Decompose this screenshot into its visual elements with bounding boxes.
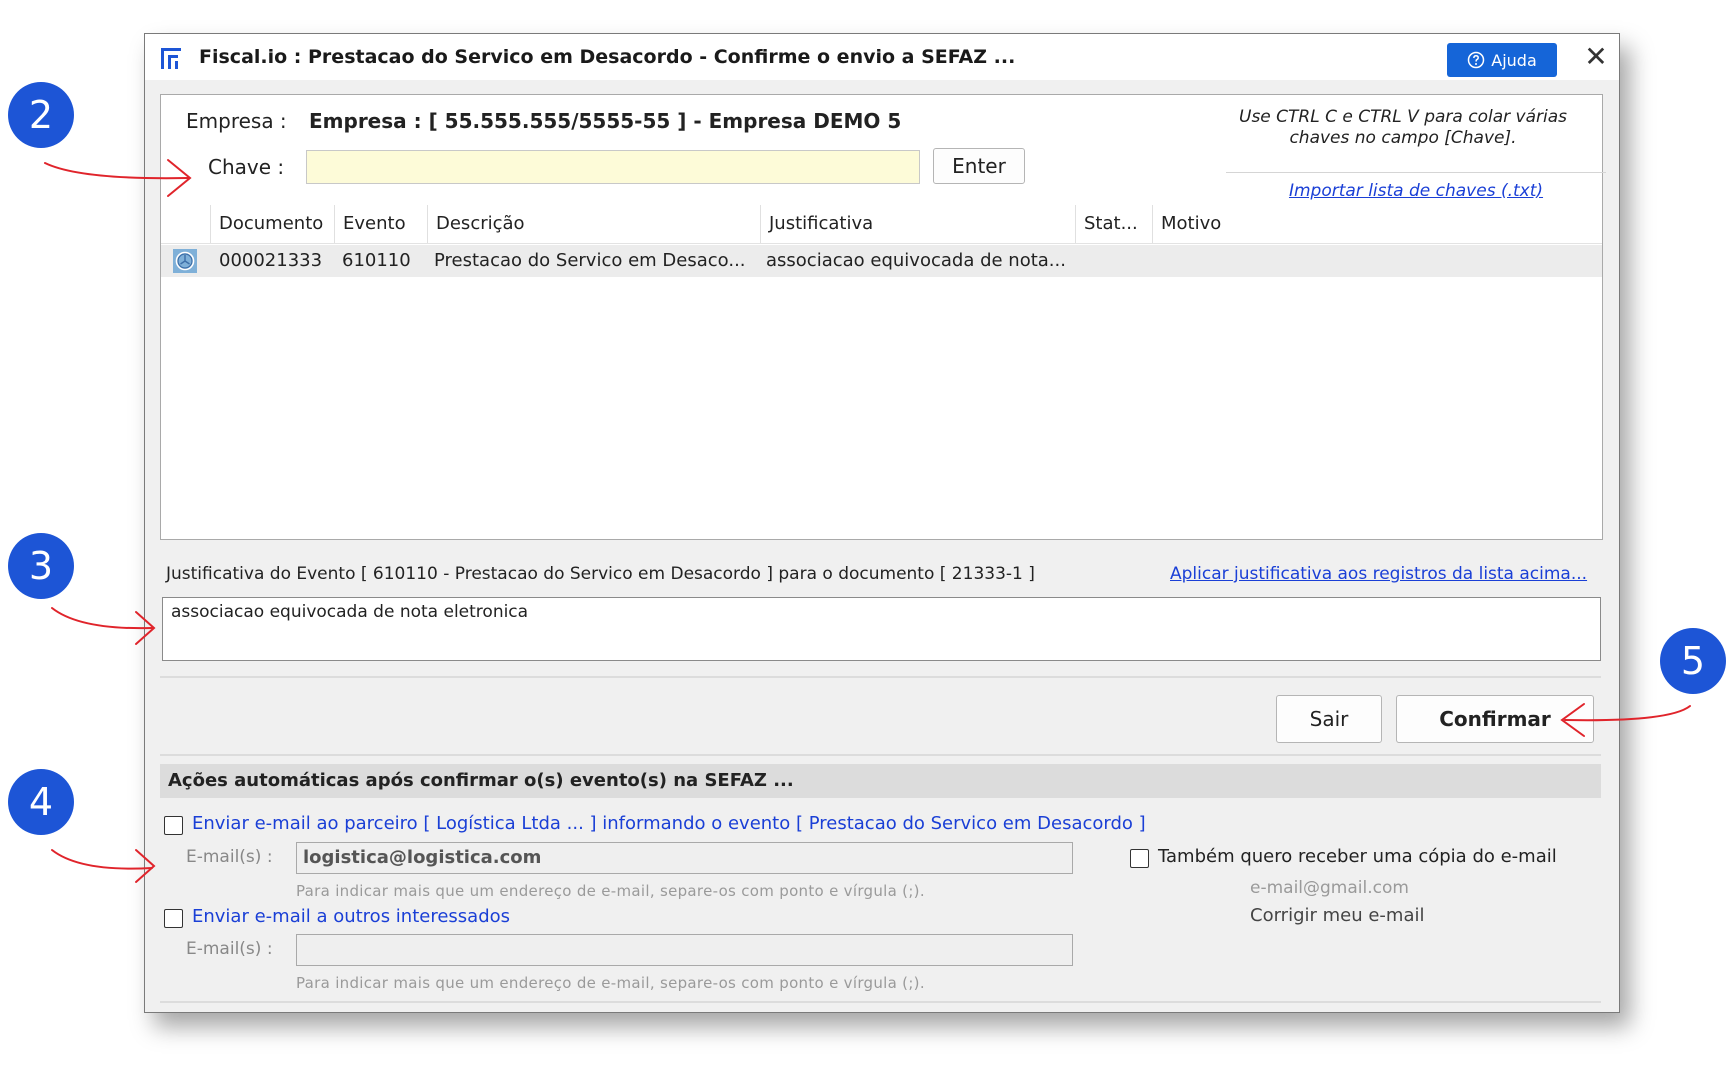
- key-entry-panel: Empresa : Empresa : [ 55.555.555/5555-55…: [160, 94, 1606, 206]
- partner-email-label[interactable]: Enviar e-mail ao parceiro [ Logística Lt…: [192, 813, 1146, 834]
- cell-evento: 610110: [342, 250, 411, 271]
- copy-email-checkbox[interactable]: [1130, 849, 1149, 868]
- empresa-value: Empresa : [ 55.555.555/5555-55 ] - Empre…: [309, 109, 902, 133]
- help-label: Ajuda: [1491, 50, 1537, 70]
- dialog-window: Fiscal.io : Prestacao do Servico em Desa…: [144, 33, 1620, 1013]
- enter-button[interactable]: Enter: [933, 148, 1025, 184]
- divider: [160, 1001, 1601, 1003]
- chave-label: Chave :: [208, 155, 285, 179]
- col-evento[interactable]: Evento: [334, 205, 427, 243]
- hint-divider: [1226, 172, 1606, 173]
- table-row[interactable]: 000021333 610110 Prestacao do Servico em…: [161, 245, 1602, 277]
- justificativa-textarea[interactable]: associacao equivocada de nota eletronica: [162, 597, 1601, 661]
- fiscal-logo-icon: [161, 48, 181, 69]
- partner-email-hint: Para indicar mais que um endereço de e-m…: [296, 882, 925, 900]
- partner-emails-label: E-mail(s) :: [186, 847, 273, 867]
- events-grid: Documento Evento Descrição Justificativa…: [160, 205, 1603, 540]
- chave-input[interactable]: [306, 150, 920, 184]
- callout-3: 3: [8, 533, 74, 599]
- col-descricao[interactable]: Descrição: [427, 205, 760, 243]
- help-icon: [1468, 51, 1485, 69]
- others-emails-label: E-mail(s) :: [186, 939, 273, 959]
- copy-email-label[interactable]: Também quero receber uma cópia do e-mail: [1158, 846, 1557, 867]
- cell-status: [1081, 245, 1151, 277]
- paste-hint: Use CTRL C e CTRL V para colar várias ch…: [1239, 107, 1567, 148]
- cell-descricao: Prestacao do Servico em Desaco...: [434, 250, 746, 271]
- others-email-checkbox[interactable]: [164, 909, 183, 928]
- partner-email-checkbox[interactable]: [164, 816, 183, 835]
- callout-4: 4: [8, 769, 74, 835]
- col-documento[interactable]: Documento: [210, 205, 334, 243]
- grid-header: Documento Evento Descrição Justificativa…: [161, 205, 1602, 244]
- window-title: Fiscal.io : Prestacao do Servico em Desa…: [199, 46, 1016, 68]
- justificativa-text: associacao equivocada de nota eletronica: [171, 602, 529, 622]
- partner-email-field[interactable]: logistica@logistica.com: [296, 842, 1073, 874]
- arrow-to-justificativa: [51, 607, 153, 630]
- empresa-label: Empresa :: [186, 109, 287, 133]
- col-motivo[interactable]: Motivo: [1152, 205, 1602, 243]
- col-status[interactable]: Stat...: [1075, 205, 1152, 243]
- others-email-label[interactable]: Enviar e-mail a outros interessados: [192, 906, 510, 927]
- title-bar: Fiscal.io : Prestacao do Servico em Desa…: [145, 34, 1619, 80]
- col-justificativa[interactable]: Justificativa: [760, 205, 1075, 243]
- auto-actions-heading: Ações automáticas após confirmar o(s) ev…: [160, 764, 1601, 798]
- my-email: e-mail@gmail.com: [1250, 878, 1409, 898]
- apply-justificativa-link[interactable]: Aplicar justificativa aos registros da l…: [1170, 564, 1587, 584]
- callout-2: 2: [8, 82, 74, 148]
- close-icon[interactable]: ✕: [1581, 42, 1611, 72]
- arrow-to-email: [51, 849, 153, 870]
- justificativa-label: Justificativa do Evento [ 610110 - Prest…: [166, 564, 1035, 584]
- others-email-hint: Para indicar mais que um endereço de e-m…: [296, 974, 925, 992]
- others-email-field[interactable]: [296, 934, 1073, 966]
- clock-icon: [173, 249, 197, 273]
- divider: [160, 676, 1601, 678]
- callout-5: 5: [1660, 628, 1726, 694]
- confirmar-button[interactable]: Confirmar: [1396, 695, 1594, 743]
- help-button[interactable]: Ajuda: [1447, 43, 1557, 77]
- sair-button[interactable]: Sair: [1276, 695, 1382, 743]
- cell-justificativa: associacao equivocada de nota...: [766, 250, 1066, 271]
- cell-motivo: [1158, 245, 1598, 277]
- import-keys-link[interactable]: Importar lista de chaves (.txt): [1226, 181, 1606, 201]
- fix-my-email-link[interactable]: Corrigir meu e-mail: [1250, 905, 1425, 926]
- cell-documento: 000021333: [219, 250, 323, 271]
- divider: [160, 754, 1601, 756]
